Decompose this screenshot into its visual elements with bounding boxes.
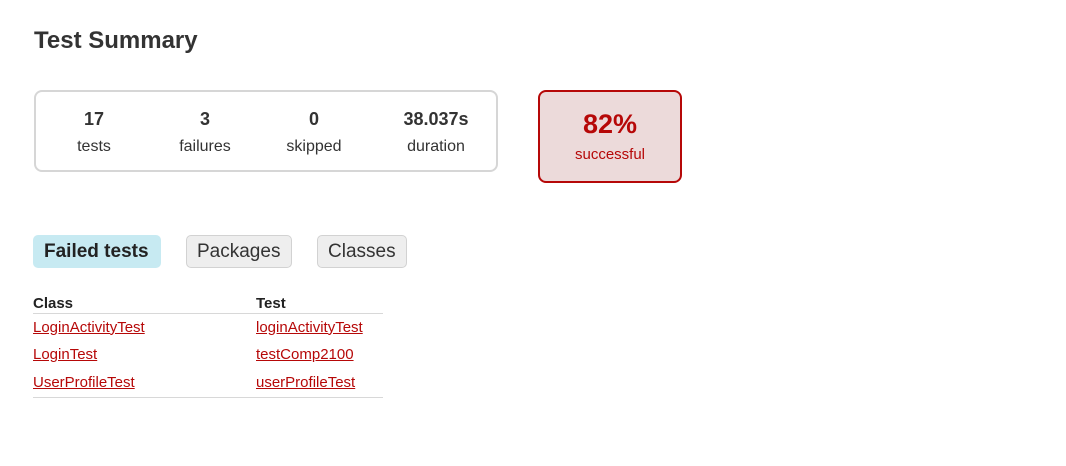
page-title: Test Summary <box>34 27 198 54</box>
class-cell: LoginActivityTest <box>33 314 256 342</box>
test-cell: loginActivityTest <box>256 314 383 342</box>
class-link[interactable]: UserProfileTest <box>33 374 135 391</box>
test-link[interactable]: userProfileTest <box>256 374 355 391</box>
class-cell: LoginTest <box>33 341 256 369</box>
success-rate-box: 82% successful <box>538 90 682 183</box>
test-column-header: Test <box>256 294 383 314</box>
summary-counters: 17 tests 3 failures 0 skipped 38.037s du… <box>34 90 498 172</box>
duration-value: 38.037s <box>403 109 469 129</box>
class-link[interactable]: LoginTest <box>33 346 97 363</box>
test-report-page: Test Summary 17 tests 3 failures 0 skipp… <box>0 0 1066 466</box>
test-link[interactable]: testComp2100 <box>256 346 354 363</box>
skipped-count: 0 <box>308 109 319 129</box>
tests-count: 17 <box>83 109 105 129</box>
tab-classes[interactable]: Classes <box>317 235 407 268</box>
table-row: LoginActivityTest loginActivityTest <box>33 314 383 342</box>
table-header-row: Class Test <box>33 294 383 314</box>
tab-packages[interactable]: Packages <box>186 235 292 268</box>
tab-failed-tests[interactable]: Failed tests <box>33 235 161 268</box>
duration-counter: 38.037s duration <box>394 108 478 157</box>
failed-tests-table: Class Test LoginActivityTest loginActivi… <box>33 294 383 398</box>
skipped-counter: 0 skipped <box>282 108 346 157</box>
class-column-header: Class <box>33 294 256 314</box>
tests-label: tests <box>77 138 111 155</box>
test-cell: userProfileTest <box>256 369 383 398</box>
test-link[interactable]: loginActivityTest <box>256 319 363 336</box>
duration-label: duration <box>407 138 465 155</box>
skipped-label: skipped <box>286 138 342 155</box>
class-cell: UserProfileTest <box>33 369 256 398</box>
table-row: UserProfileTest userProfileTest <box>33 369 383 398</box>
failures-count: 3 <box>199 109 210 129</box>
success-percent: 82% <box>582 109 638 139</box>
failures-counter: 3 failures <box>172 108 238 157</box>
test-cell: testComp2100 <box>256 341 383 369</box>
class-link[interactable]: LoginActivityTest <box>33 319 145 336</box>
table-row: LoginTest testComp2100 <box>33 341 383 369</box>
success-label: successful <box>574 146 646 163</box>
failures-label: failures <box>179 138 231 155</box>
tests-counter: 17 tests <box>66 108 122 157</box>
